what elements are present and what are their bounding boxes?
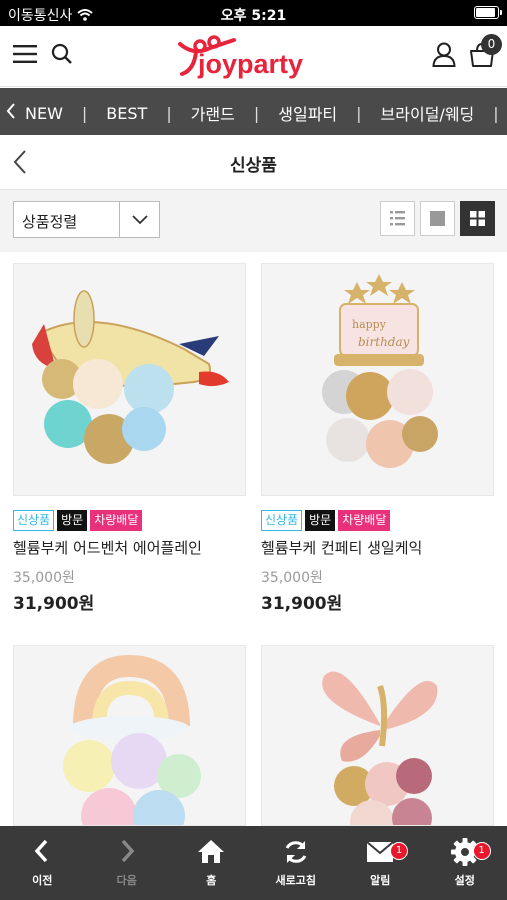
badge-visit: 방문 [57, 510, 88, 531]
nav-back-label: 이전 [32, 874, 53, 887]
category-scroll-left-icon[interactable] [6, 102, 16, 120]
category-bar: NEW| BEST| 가랜드| 생일파티| 브라이덜/웨딩| 파 [0, 88, 507, 135]
list-view-button[interactable] [380, 201, 415, 236]
status-time: 오후 5:21 [220, 8, 287, 24]
chevron-left-icon [34, 839, 48, 863]
user-icon[interactable] [432, 42, 456, 68]
nav-home-button[interactable]: 홈 [169, 826, 254, 900]
single-view-icon [430, 211, 445, 226]
search-icon[interactable] [51, 43, 73, 65]
product-card[interactable] [261, 645, 494, 826]
battery-icon [474, 6, 502, 19]
bottom-navigation: 이전 다음 홈 새로고침 1 알림 1 설정 [0, 826, 507, 900]
badge-visit: 방문 [305, 510, 336, 531]
product-badges: 신상품 방문 차량배달 [261, 510, 494, 531]
category-separator: | [493, 103, 499, 123]
nav-home-label: 홈 [206, 874, 217, 887]
cart-count-badge: 0 [481, 34, 502, 55]
chevron-right-icon [121, 839, 135, 863]
category-birthday-party[interactable]: 생일파티 [278, 101, 337, 125]
status-bar: 이동통신사 오후 5:21 [0, 0, 507, 26]
sort-select-value: 상품정렬 [22, 213, 78, 231]
settings-count-badge: 1 [472, 842, 491, 860]
home-icon [198, 840, 225, 863]
grid-view-button[interactable] [460, 201, 495, 236]
product-card[interactable]: happy birthday 신상품 방문 차량배달 헬륨부케 컨페티 생일케익… [261, 263, 494, 614]
badge-new: 신상품 [13, 510, 55, 531]
category-bridal-wedding[interactable]: 브라이덜/웨딩 [381, 101, 475, 125]
category-separator: | [166, 103, 172, 123]
nav-notifications-button[interactable]: 1 알림 [338, 826, 423, 900]
nav-settings-button[interactable]: 1 설정 [423, 826, 507, 900]
nav-forward-label: 다음 [116, 874, 137, 887]
page-header: 신상품 [0, 135, 507, 190]
badge-car-delivery: 차량배달 [90, 510, 143, 531]
chevron-down-icon [119, 202, 159, 237]
grid-view-icon [470, 211, 485, 226]
list-view-icon [390, 211, 405, 226]
single-view-button[interactable] [420, 201, 455, 236]
badge-car-delivery: 차량배달 [338, 510, 391, 531]
cake-lettering-graphic: birthday [358, 335, 410, 349]
product-image-butterfly-balloon[interactable] [261, 645, 494, 826]
product-price: 31,900원 [261, 594, 343, 614]
menu-icon[interactable] [13, 44, 37, 64]
category-separator: | [356, 103, 362, 123]
nav-refresh-label: 새로고침 [275, 874, 316, 887]
nav-forward-button[interactable]: 다음 [85, 826, 170, 900]
refresh-icon [285, 841, 307, 863]
product-image-airplane-balloon[interactable] [13, 263, 246, 496]
product-name[interactable]: 헬륨부케 컨페티 생일케익 [261, 537, 494, 558]
list-toolbar: 상품정렬 [0, 190, 507, 252]
category-garland[interactable]: 가랜드 [191, 101, 235, 125]
product-card[interactable]: 신상품 방문 차량배달 헬륨부케 어드벤처 에어플레인 35,000원 31,9… [13, 263, 246, 614]
nav-refresh-button[interactable]: 새로고침 [254, 826, 339, 900]
app-header: joyparty 0 [0, 26, 507, 87]
product-image-birthday-cake-balloon[interactable]: happy birthday [261, 263, 494, 496]
product-card[interactable] [13, 645, 246, 826]
nav-settings-label: 설정 [454, 874, 475, 887]
cake-lettering-graphic: happy [352, 318, 387, 331]
category-separator: | [253, 103, 260, 123]
page-title: 신상품 [230, 156, 277, 176]
product-badges: 신상품 방문 차량배달 [13, 510, 246, 531]
badge-new: 신상품 [261, 510, 303, 531]
product-image-rainbow-balloon[interactable] [13, 645, 246, 826]
sort-select[interactable]: 상품정렬 [13, 201, 160, 238]
nav-back-button[interactable]: 이전 [0, 826, 85, 900]
product-name[interactable]: 헬륨부케 어드벤처 에어플레인 [13, 537, 246, 558]
category-new[interactable]: NEW [25, 104, 63, 123]
category-best[interactable]: BEST [106, 104, 147, 123]
product-price: 31,900원 [13, 594, 95, 614]
logo-text: joyparty [197, 49, 303, 79]
category-separator: | [81, 103, 88, 123]
logo[interactable]: joyparty [174, 30, 334, 84]
product-original-price: 35,000원 [13, 570, 75, 586]
nav-notifications-label: 알림 [370, 874, 391, 887]
product-original-price: 35,000원 [261, 570, 323, 586]
notification-count-badge: 1 [390, 842, 408, 860]
